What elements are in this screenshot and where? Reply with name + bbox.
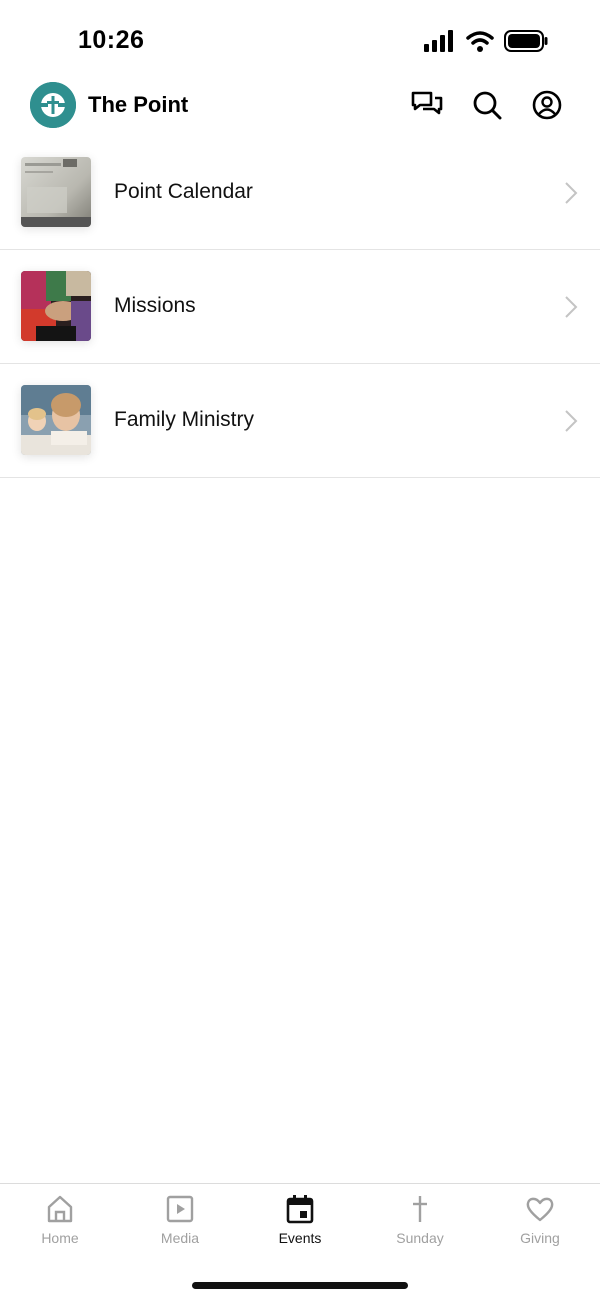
list-item-point-calendar[interactable]: Point Calendar <box>0 136 600 250</box>
profile-icon[interactable] <box>530 88 564 122</box>
chevron-right-icon <box>565 410 578 432</box>
wifi-icon <box>466 31 494 52</box>
tab-sunday[interactable]: Sunday <box>360 1194 480 1258</box>
missions-thumbnail <box>21 271 91 341</box>
family-ministry-thumbnail <box>21 385 91 455</box>
status-bar: 10:26 <box>0 0 600 80</box>
app-header: The Point <box>0 80 600 136</box>
status-time: 10:26 <box>78 26 145 54</box>
tab-giving[interactable]: Giving <box>480 1194 600 1258</box>
tab-label: Sunday <box>396 1230 444 1246</box>
tab-bar: Home Media Events Sunday Giving <box>0 1183 600 1300</box>
list-item-label: Point Calendar <box>114 180 253 203</box>
tab-media[interactable]: Media <box>120 1194 240 1258</box>
tab-label: Giving <box>520 1230 560 1246</box>
chevron-right-icon <box>565 182 578 204</box>
tab-label: Home <box>41 1230 79 1246</box>
media-play-icon <box>166 1195 194 1223</box>
list-item-label: Missions <box>114 294 196 317</box>
cross-icon <box>413 1196 427 1222</box>
tab-label: Media <box>160 1230 200 1246</box>
calendar-icon <box>286 1195 314 1224</box>
church-logo <box>30 82 76 128</box>
event-list: Point Calendar Missions Family Ministry <box>0 136 600 478</box>
tab-events[interactable]: Events <box>240 1194 360 1258</box>
chat-icon[interactable] <box>410 88 444 122</box>
header-actions <box>410 88 564 122</box>
tab-label: Events <box>278 1230 322 1246</box>
logo-icon <box>30 82 76 128</box>
chevron-right-icon <box>565 296 578 318</box>
heart-icon <box>526 1197 554 1222</box>
list-item-label: Family Ministry <box>114 408 254 431</box>
search-icon[interactable] <box>470 88 504 122</box>
app-title: The Point <box>88 92 189 117</box>
tab-home[interactable]: Home <box>0 1194 120 1258</box>
home-icon <box>47 1195 73 1223</box>
cellular-signal-icon <box>424 30 453 52</box>
events-screen: 10:26 The Point Point Calendar Missions … <box>0 0 600 1300</box>
battery-icon <box>504 30 548 52</box>
point-calendar-thumbnail <box>21 157 91 227</box>
list-item-family-ministry[interactable]: Family Ministry <box>0 364 600 478</box>
home-indicator[interactable] <box>192 1282 408 1289</box>
status-icons <box>424 28 548 54</box>
list-item-missions[interactable]: Missions <box>0 250 600 364</box>
